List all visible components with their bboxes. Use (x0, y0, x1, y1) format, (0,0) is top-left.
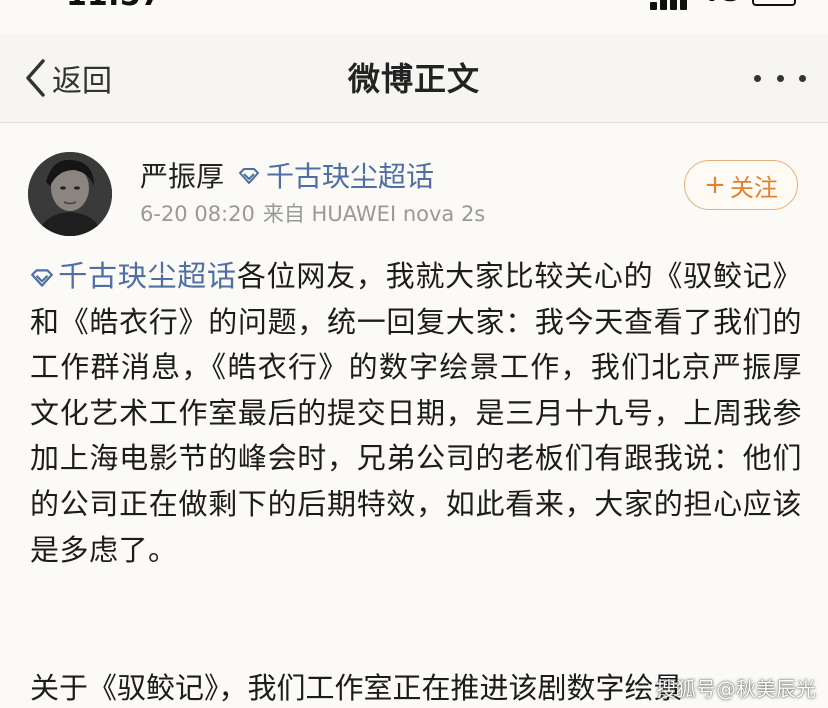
avatar[interactable] (28, 152, 112, 236)
post-source: 来自 HUAWEI nova 2s (262, 202, 486, 226)
post-time: 6-20 08:20 (140, 202, 255, 226)
post-header: 严振厚 千古玦尘超话 6-20 08:20 来自 HUAWEI nova 2s +… (28, 152, 808, 236)
post-text: 各位网友，我就大家比较关心的《驭鲛记》和《皓衣行》的问题，统一回复大家：我今天查… (30, 259, 802, 567)
more-dot-icon (776, 74, 784, 82)
post-body: 千古玦尘超话各位网友，我就大家比较关心的《驭鲛记》和《皓衣行》的问题，统一回复大… (30, 254, 802, 573)
battery-icon (752, 0, 796, 6)
inline-supertopic-label: 千古玦尘超话 (58, 259, 237, 293)
author-name[interactable]: 严振厚 (140, 155, 224, 195)
network-label: 4G (700, 0, 739, 8)
follow-button[interactable]: + 关注 (684, 160, 798, 210)
plus-icon: + (704, 170, 726, 200)
follow-label: 关注 (729, 173, 778, 202)
more-dot-icon (799, 74, 806, 82)
watermark: 搜狐号@秋美辰光 (656, 677, 816, 701)
diamond-icon (238, 159, 266, 192)
post-meta: 6-20 08:20 来自 HUAWEI nova 2s (140, 198, 485, 228)
more-options-button[interactable] (754, 66, 806, 90)
page-title: 微博正文 (347, 60, 480, 98)
diamond-icon (30, 259, 58, 293)
supertopic-label: 千古玦尘超话 (266, 160, 435, 193)
supertopic-link[interactable]: 千古玦尘超话 (238, 155, 434, 195)
status-time: 11:57 (66, 0, 162, 13)
more-dot-icon (754, 74, 761, 82)
status-bar: 11:57 4G (0, 0, 828, 13)
inline-supertopic-link[interactable]: 千古玦尘超话 (30, 259, 237, 293)
nav-bar: 返回 微博正文 (0, 34, 828, 123)
signal-icon (650, 0, 690, 10)
weibo-post-page: 11:57 4G 返回 微博正文 (0, 0, 828, 708)
author-line: 严振厚 千古玦尘超话 (140, 154, 434, 196)
